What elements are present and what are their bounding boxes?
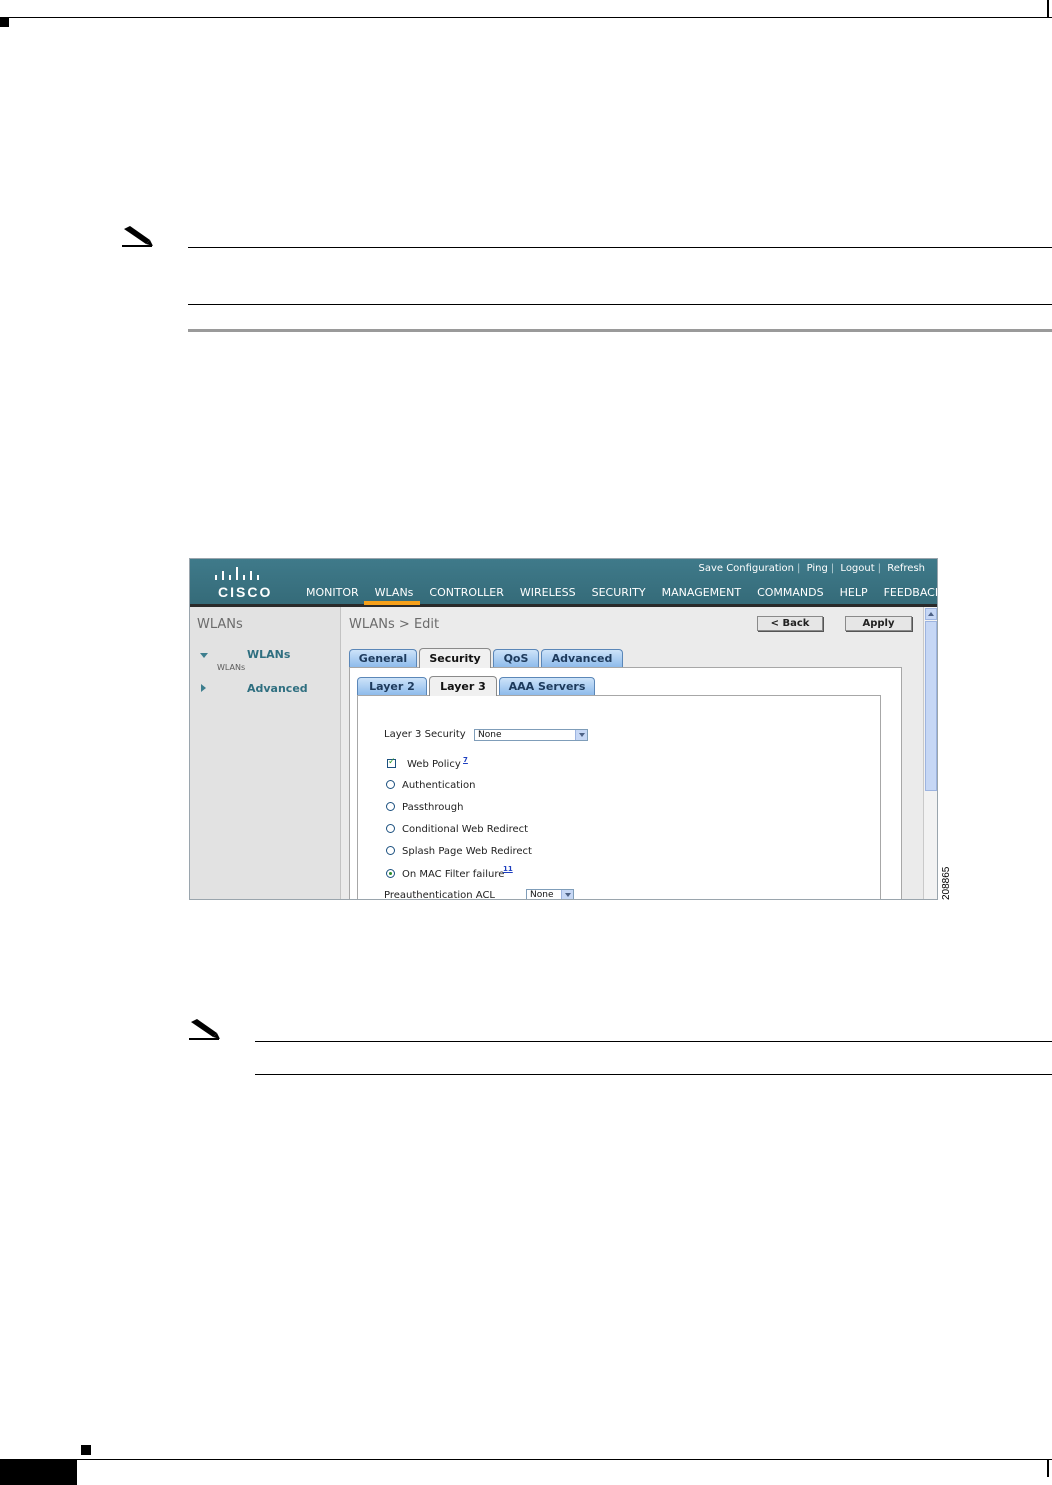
sidebar: WLANs WLANs WLANs Advanced bbox=[190, 607, 341, 899]
radio-splash-page-web-redirect[interactable] bbox=[386, 846, 395, 855]
ping-link[interactable]: Ping bbox=[804, 563, 831, 574]
radio-on-mac-filter-failure[interactable] bbox=[386, 869, 395, 878]
cisco-logo-text: CISCO bbox=[218, 584, 273, 600]
corner-mark bbox=[1047, 1460, 1049, 1477]
main-nav: MONITOR WLANs CONTROLLER WIRELESS SECURI… bbox=[306, 586, 937, 599]
layer3-security-select[interactable]: None bbox=[474, 729, 588, 741]
cisco-logo-bars-icon bbox=[215, 567, 259, 580]
utility-links: Save Configuration | Ping | Logout | Refres… bbox=[695, 563, 928, 574]
mac-filter-footnote[interactable]: 11 bbox=[503, 865, 513, 873]
tab-security[interactable]: Security bbox=[419, 648, 491, 668]
preauth-acl-value: None bbox=[530, 890, 554, 900]
option-authentication-label: Authentication bbox=[402, 780, 476, 791]
scroll-up-arrow-icon[interactable] bbox=[925, 608, 937, 620]
sidebar-title: WLANs bbox=[197, 617, 243, 632]
scroll-thumb[interactable] bbox=[925, 621, 937, 791]
radio-conditional-web-redirect[interactable] bbox=[386, 824, 395, 833]
nav-controller[interactable]: CONTROLLER bbox=[429, 586, 511, 599]
save-configuration-link[interactable]: Save Configuration bbox=[695, 563, 797, 574]
nav-security[interactable]: SECURITY bbox=[592, 586, 654, 599]
page-number-block bbox=[0, 1460, 77, 1485]
corner-mark bbox=[0, 18, 9, 27]
corner-mark bbox=[1047, 0, 1049, 17]
radio-authentication[interactable] bbox=[386, 780, 395, 789]
corner-mark bbox=[81, 1445, 91, 1455]
layer3-security-value: None bbox=[478, 730, 502, 740]
web-policy-checkbox[interactable] bbox=[387, 757, 396, 768]
active-nav-indicator bbox=[364, 601, 420, 605]
nav-management[interactable]: MANAGEMENT bbox=[662, 586, 749, 599]
nav-commands[interactable]: COMMANDS bbox=[757, 586, 832, 599]
note-rule-top bbox=[255, 1041, 1052, 1042]
preauth-acl-label: Preauthentication ACL bbox=[384, 890, 495, 900]
option-passthrough-label: Passthrough bbox=[402, 802, 464, 813]
apply-button[interactable]: Apply bbox=[845, 616, 912, 631]
dropdown-arrow-icon[interactable] bbox=[561, 890, 573, 899]
note-rule-bottom bbox=[188, 304, 1052, 305]
content-area: WLANs > Edit < Back Apply General Securi… bbox=[341, 607, 923, 900]
logout-link[interactable]: Logout bbox=[837, 563, 877, 574]
radio-passthrough[interactable] bbox=[386, 802, 395, 811]
expanded-triangle-icon[interactable] bbox=[200, 653, 208, 658]
vertical-scrollbar[interactable] bbox=[923, 607, 937, 899]
section-rule bbox=[188, 329, 1052, 332]
subtab-layer2[interactable]: Layer 2 bbox=[357, 677, 427, 695]
tab-general[interactable]: General bbox=[349, 649, 417, 667]
option-conditional-web-redirect-label: Conditional Web Redirect bbox=[402, 824, 529, 835]
nav-wireless[interactable]: WIRELESS bbox=[520, 586, 584, 599]
wlc-screenshot: CISCO Save Configuration | Ping | Logout | … bbox=[189, 558, 938, 900]
layer3-security-label: Layer 3 Security bbox=[384, 729, 466, 740]
sidebar-item-advanced[interactable]: Advanced bbox=[247, 682, 308, 695]
option-splash-page-web-redirect-label: Splash Page Web Redirect bbox=[402, 846, 532, 857]
page-title: WLANs > Edit bbox=[349, 617, 440, 632]
refresh-link[interactable]: Refresh bbox=[884, 563, 928, 574]
note-pencil-icon bbox=[189, 1019, 220, 1040]
wlc-header: CISCO Save Configuration | Ping | Logout | … bbox=[190, 559, 937, 607]
sidebar-item-wlans[interactable]: WLANs bbox=[247, 648, 290, 661]
page-top-rule bbox=[0, 17, 1052, 18]
subtab-aaa-servers[interactable]: AAA Servers bbox=[499, 677, 595, 695]
collapsed-triangle-icon[interactable] bbox=[201, 684, 206, 692]
option-on-mac-filter-failure-label: On MAC Filter failure bbox=[402, 869, 505, 880]
tab-qos[interactable]: QoS bbox=[493, 649, 539, 667]
nav-feedback[interactable]: FEEDBACK bbox=[884, 586, 937, 599]
note-rule-top bbox=[188, 247, 1052, 248]
note-rule-bottom bbox=[255, 1074, 1052, 1075]
dropdown-arrow-icon[interactable] bbox=[575, 730, 587, 740]
nav-monitor[interactable]: MONITOR bbox=[306, 586, 367, 599]
tab-advanced[interactable]: Advanced bbox=[541, 649, 623, 667]
nav-help[interactable]: HELP bbox=[840, 586, 876, 599]
note-pencil-icon bbox=[122, 226, 153, 247]
page-bottom-rule bbox=[0, 1459, 1052, 1460]
preauth-acl-select[interactable]: None bbox=[526, 889, 574, 900]
sidebar-subitem-wlans[interactable]: WLANs bbox=[217, 663, 245, 672]
figure-number: 208865 bbox=[941, 866, 952, 900]
web-policy-label: Web Policy bbox=[407, 759, 461, 770]
nav-wlans[interactable]: WLANs bbox=[375, 586, 422, 599]
web-policy-footnote[interactable]: 7 bbox=[463, 756, 468, 764]
back-button[interactable]: < Back bbox=[757, 616, 823, 631]
subtab-layer3[interactable]: Layer 3 bbox=[429, 676, 497, 696]
